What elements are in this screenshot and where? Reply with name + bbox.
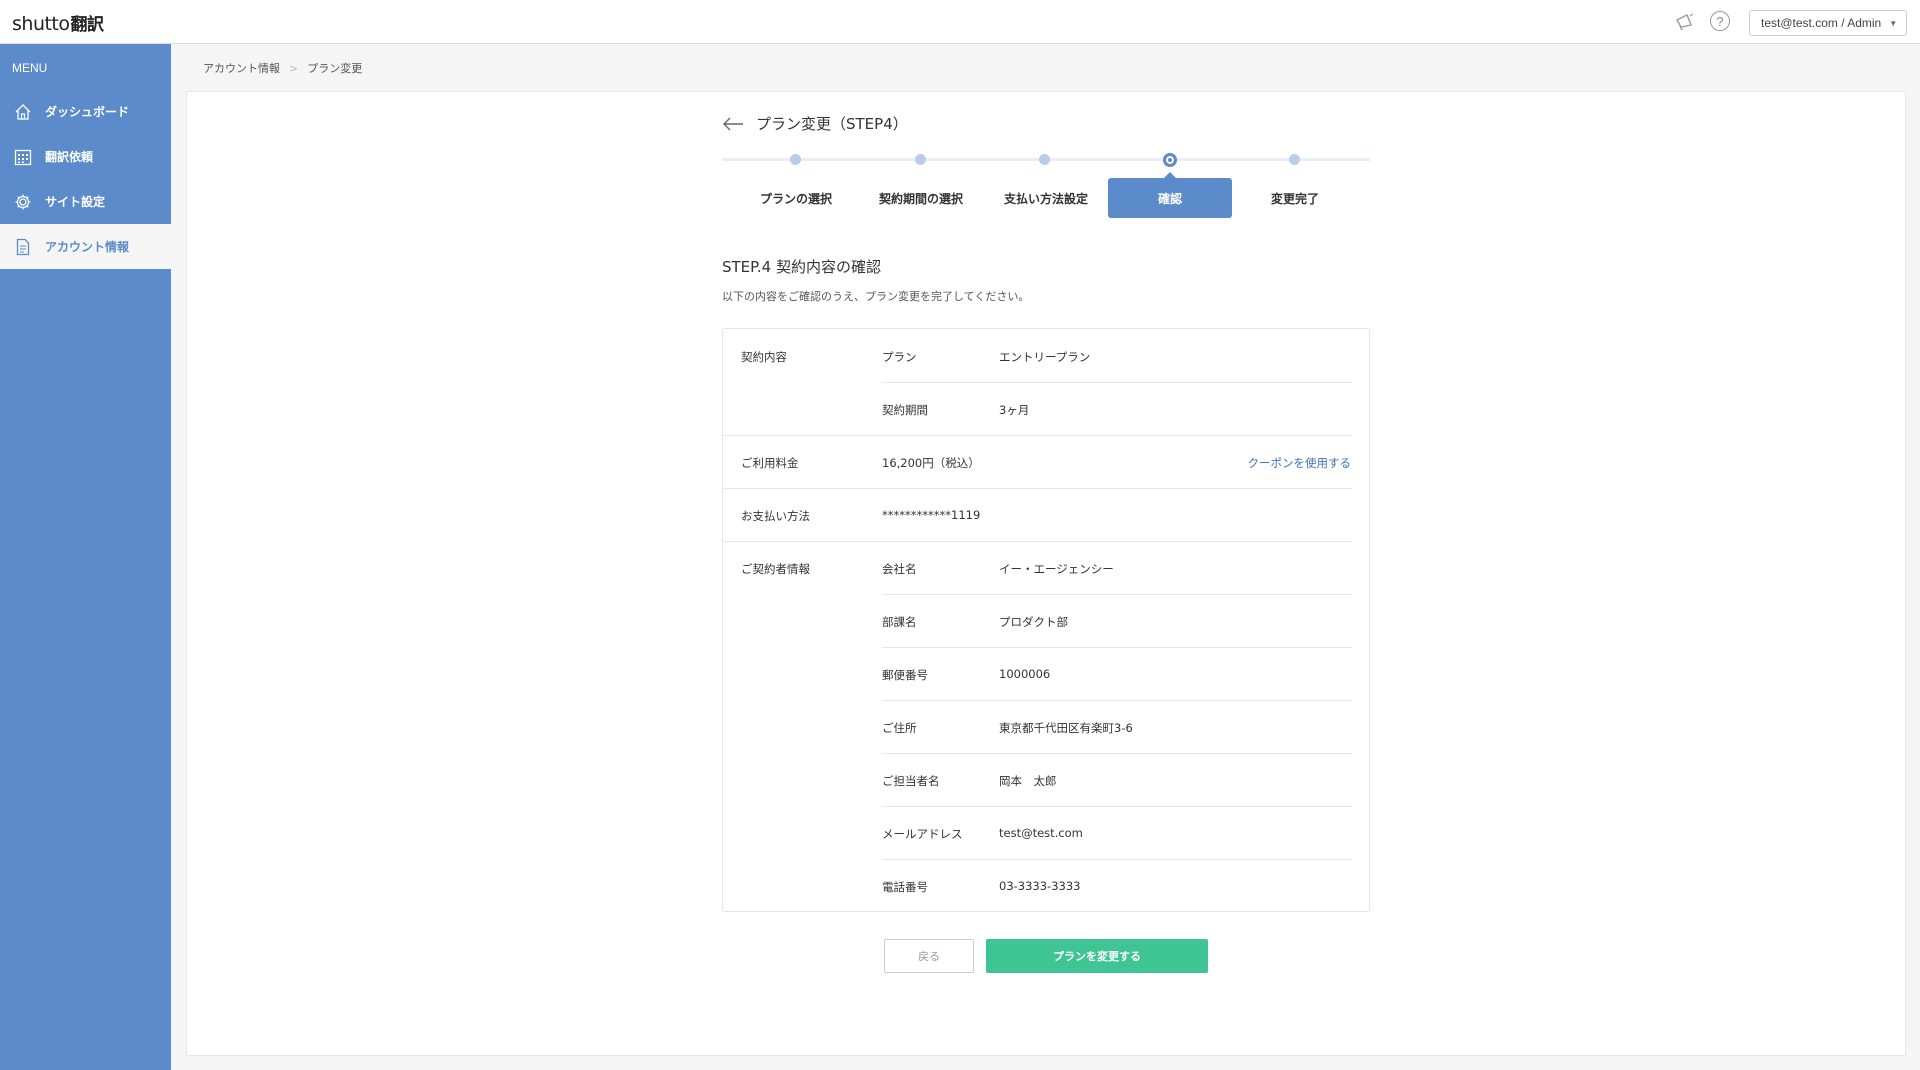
row-value: ************1119 xyxy=(882,508,981,522)
row-label: 会社名 xyxy=(882,562,917,576)
section-description: 以下の内容をご確認のうえ、プラン変更を完了してください。 xyxy=(722,290,1030,303)
table-row: 部課名 プロダクト部 xyxy=(882,594,1352,647)
contract-summary-table: 契約内容 プラン エントリープラン 契約期間 3ヶ月 ご利用料金 16,200円… xyxy=(722,328,1370,912)
row-value: エントリープラン xyxy=(999,350,1091,364)
table-row: ご利用料金 16,200円（税込） クーポンを使用する xyxy=(723,435,1369,488)
table-row: メールアドレス test@test.com xyxy=(882,806,1352,859)
gear-icon xyxy=(13,192,33,212)
breadcrumb: アカウント情報 > プラン変更 xyxy=(203,60,362,76)
row-section-label: お支払い方法 xyxy=(741,509,810,523)
step-dot xyxy=(1039,154,1050,165)
row-value: 3ヶ月 xyxy=(999,403,1030,417)
back-arrow-icon[interactable] xyxy=(722,117,744,131)
step-label-plan-select: プランの選択 xyxy=(759,191,832,206)
sidebar-item-label: サイト設定 xyxy=(45,195,106,209)
table-row: 電話番号 03-3333-3333 xyxy=(882,859,1352,912)
sidebar-item-label: ダッシュボード xyxy=(45,105,130,119)
calendar-grid-icon xyxy=(13,147,33,167)
row-label: 部課名 xyxy=(882,615,917,629)
sidebar-item-dashboard[interactable]: ダッシュボード xyxy=(0,89,171,134)
app-logo[interactable]: shutto翻訳 xyxy=(12,10,104,35)
sidebar: MENU ダッシュボード 翻訳依頼 サイト設定 アカウント情報 xyxy=(0,44,171,1070)
logo-ja: 翻訳 xyxy=(70,15,105,35)
row-label: ご担当者名 xyxy=(882,774,940,788)
chevron-down-icon: ▼ xyxy=(1889,18,1898,28)
row-label: メールアドレス xyxy=(882,827,963,841)
help-icon[interactable]: ? xyxy=(1710,11,1730,31)
megaphone-icon[interactable] xyxy=(1674,11,1696,33)
step-label-payment-setting: 支払い方法設定 xyxy=(1003,191,1088,206)
page-header: プラン変更（STEP4） xyxy=(722,113,908,134)
step-dot-current xyxy=(1163,153,1177,167)
row-label: 契約期間 xyxy=(882,403,928,417)
row-value: test@test.com xyxy=(999,826,1083,840)
top-header: shutto翻訳 ? test@test.com / Admin ▼ xyxy=(0,0,1920,44)
section-title: STEP.4 契約内容の確認 xyxy=(722,258,881,276)
sidebar-item-site-settings[interactable]: サイト設定 xyxy=(0,179,171,224)
user-label: test@test.com / Admin xyxy=(1761,16,1882,30)
table-row: ご担当者名 岡本 太郎 xyxy=(882,753,1352,806)
row-label: ご住所 xyxy=(882,721,917,735)
sidebar-menu-title: MENU xyxy=(12,61,48,75)
row-section-label: ご利用料金 xyxy=(741,456,799,470)
back-button[interactable]: 戻る xyxy=(884,939,974,973)
step-dot xyxy=(1289,154,1300,165)
step-dot xyxy=(790,154,801,165)
row-value: イー・エージェンシー xyxy=(999,562,1114,576)
home-icon xyxy=(13,102,33,122)
sidebar-item-account-info[interactable]: アカウント情報 xyxy=(0,224,171,269)
row-value: 16,200円（税込） xyxy=(882,456,980,470)
logo-latin: shutto xyxy=(12,13,70,35)
step-label-complete: 変更完了 xyxy=(1270,191,1319,206)
row-section-label: ご契約者情報 xyxy=(741,562,810,576)
sidebar-item-label: 翻訳依頼 xyxy=(45,150,94,164)
breadcrumb-plan-change: プラン変更 xyxy=(307,62,363,75)
row-label: 郵便番号 xyxy=(882,668,928,682)
table-row: プラン エントリープラン xyxy=(882,329,1352,382)
chevron-right-icon: > xyxy=(289,61,299,75)
row-value: 岡本 太郎 xyxy=(999,774,1057,788)
step-label-period-select: 契約期間の選択 xyxy=(878,191,963,206)
table-row: 郵便番号 1000006 xyxy=(882,647,1352,700)
row-section-label: 契約内容 xyxy=(741,350,787,364)
row-label: 電話番号 xyxy=(882,880,928,894)
step-label-confirm: 確認 xyxy=(1108,172,1232,218)
step-dot xyxy=(915,154,926,165)
table-row: ご契約者情報 xyxy=(723,541,882,594)
sidebar-item-label: アカウント情報 xyxy=(45,240,130,254)
table-row: ご住所 東京都千代田区有楽町3-6 xyxy=(882,700,1352,753)
row-value: 03-3333-3333 xyxy=(999,879,1081,893)
row-value: 1000006 xyxy=(999,667,1051,681)
table-row: お支払い方法 ************1119 xyxy=(723,488,1369,541)
use-coupon-link[interactable]: クーポンを使用する xyxy=(1248,455,1352,471)
breadcrumb-account-info[interactable]: アカウント情報 xyxy=(203,60,280,76)
row-value: 東京都千代田区有楽町3-6 xyxy=(999,721,1133,735)
table-row: 会社名 イー・エージェンシー xyxy=(882,541,1352,594)
change-plan-button[interactable]: プランを変更する xyxy=(986,939,1208,973)
user-account-dropdown[interactable]: test@test.com / Admin ▼ xyxy=(1749,10,1907,36)
page-title: プラン変更（STEP4） xyxy=(756,115,908,133)
row-value: プロダクト部 xyxy=(999,615,1068,629)
document-icon xyxy=(13,237,33,257)
sidebar-item-translation-request[interactable]: 翻訳依頼 xyxy=(0,134,171,179)
table-row: 契約期間 3ヶ月 xyxy=(882,382,1352,435)
row-label: プラン xyxy=(882,350,917,364)
